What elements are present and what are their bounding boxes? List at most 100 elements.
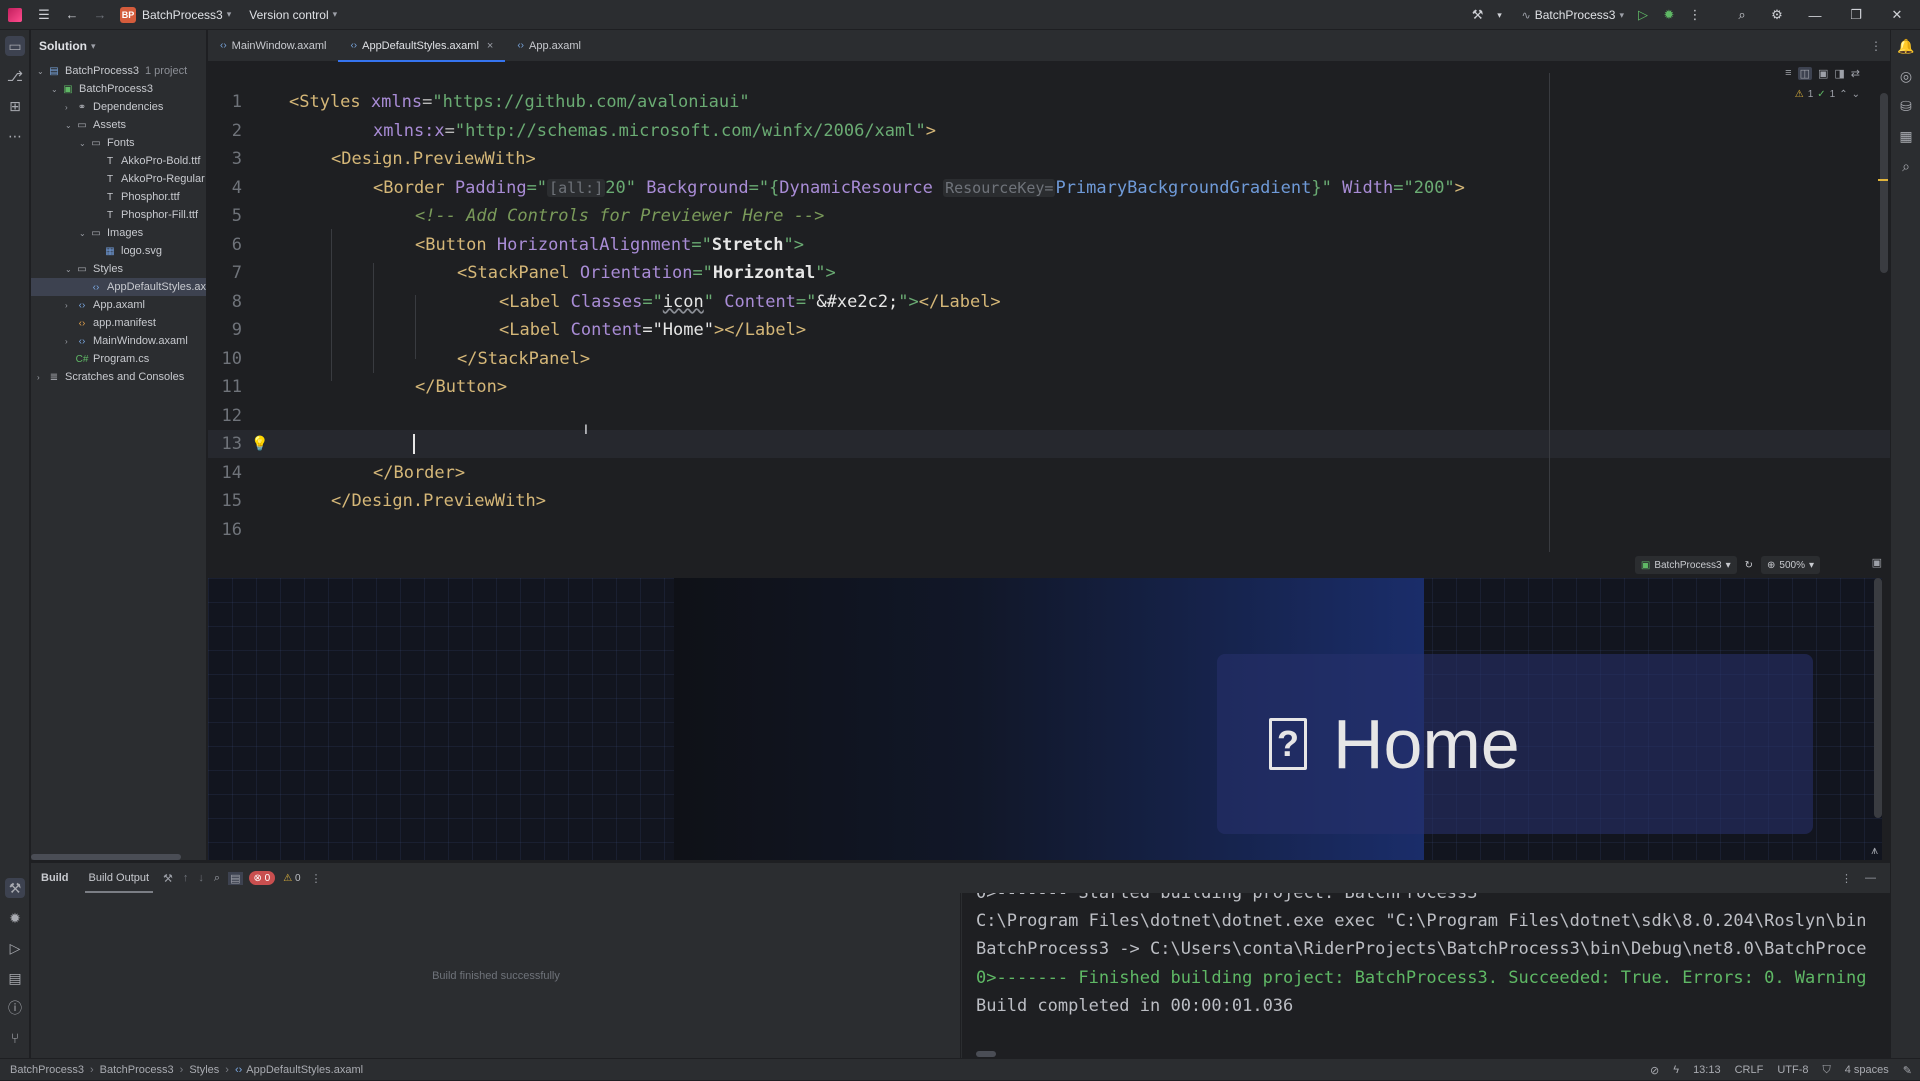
resize-grip-icon[interactable]: ⩚ xyxy=(1871,843,1878,858)
debug-tool-icon[interactable]: ✹ xyxy=(5,908,25,928)
tree-item[interactable]: › ‹› MainWindow.axaml xyxy=(31,332,206,350)
cursor-position[interactable]: 13:13 xyxy=(1693,1064,1721,1076)
more-tools-icon[interactable]: ⋯ xyxy=(5,126,25,146)
breadcrumb-item[interactable]: BatchProcess3 xyxy=(10,1064,84,1076)
indent-setting[interactable]: 4 spaces xyxy=(1845,1064,1889,1076)
lightbulb-icon[interactable]: 💡 xyxy=(251,436,268,452)
find-usages-icon[interactable]: ⌕ xyxy=(1896,156,1916,176)
search-icon[interactable]: ⌕ xyxy=(214,872,220,885)
git-icon[interactable]: ⑂ xyxy=(5,1028,25,1048)
main-menu-icon[interactable]: ☰ xyxy=(30,0,58,30)
chevron-down-icon[interactable]: ⌄ xyxy=(79,229,89,238)
commit-icon[interactable]: ⎇ xyxy=(5,66,25,86)
file-encoding[interactable]: UTF-8 xyxy=(1777,1064,1808,1076)
code-editor[interactable]: ≡ ◫ ▣ ◨ ⇄ ⚠ 1 ✓ 1 ⌃ ⌄ 1 <Styles xmlns="h… xyxy=(208,63,1890,575)
project-selector[interactable]: BP BatchProcess3 ▾ xyxy=(114,4,237,26)
unit-tests-icon[interactable]: ▦ xyxy=(1896,126,1916,146)
chevron-down-icon[interactable]: ⌄ xyxy=(65,265,75,274)
build-hammer-icon[interactable]: ⚒ xyxy=(1464,0,1492,30)
terminal-icon[interactable]: ▤ xyxy=(5,968,25,988)
preview-settings-icon[interactable]: ▣ xyxy=(1872,556,1882,569)
chevron-right-icon[interactable]: › xyxy=(65,301,75,310)
structure-icon[interactable]: ⊞ xyxy=(5,96,25,116)
tree-item[interactable]: T Phosphor.ttf xyxy=(31,188,206,206)
horizontal-split-icon[interactable]: ◨ xyxy=(1834,67,1844,80)
shield-icon[interactable]: ⛉ xyxy=(1823,1064,1831,1077)
tree-item[interactable]: ⌄ ▭ Styles xyxy=(31,260,206,278)
close-window-icon[interactable]: ✕ xyxy=(1874,0,1920,30)
editor-only-view-icon[interactable]: ≡ xyxy=(1785,67,1791,80)
line-ending[interactable]: CRLF xyxy=(1735,1064,1764,1076)
tree-item[interactable]: ⌄ ▭ Assets xyxy=(31,116,206,134)
build-hammer-icon[interactable]: ⚒ xyxy=(163,872,173,885)
tab-build-output[interactable]: Build Output xyxy=(79,863,160,893)
refresh-preview-icon[interactable]: ↻ xyxy=(1745,560,1753,571)
editor-scrollbar[interactable] xyxy=(1880,93,1888,273)
restore-window-icon[interactable]: ❐ xyxy=(1838,0,1874,30)
breadcrumb-item[interactable]: BatchProcess3 xyxy=(100,1064,174,1076)
solution-explorer-icon[interactable]: ▭ xyxy=(5,36,25,56)
preview-only-view-icon[interactable]: ▣ xyxy=(1818,67,1828,80)
zoom-selector[interactable]: ⊕ 500% ▾ xyxy=(1761,556,1820,574)
run-icon[interactable]: ▷ xyxy=(1630,0,1656,30)
readonly-toggle-icon[interactable]: ✎ xyxy=(1903,1064,1912,1077)
more-actions-icon[interactable]: ⋮ xyxy=(1682,0,1708,30)
back-arrow-icon[interactable]: ← xyxy=(58,0,86,30)
xaml-preview[interactable]: ? Home ⩚ xyxy=(208,578,1882,860)
tree-item[interactable]: › ⚭ Dependencies xyxy=(31,98,206,116)
tree-item[interactable]: ‹› app.manifest xyxy=(31,314,206,332)
tree-item[interactable]: ⌄ ▭ Fonts xyxy=(31,134,206,152)
tree-item[interactable]: ⌄ ▣ BatchProcess3 xyxy=(31,80,206,98)
ai-assistant-icon[interactable]: ◎ xyxy=(1896,66,1916,86)
chevron-right-icon[interactable]: › xyxy=(65,337,75,346)
build-tool-icon[interactable]: ⚒ xyxy=(5,878,25,898)
chevron-down-icon[interactable]: ⌄ xyxy=(65,121,75,130)
tab-app[interactable]: ‹› App.axaml xyxy=(505,30,593,62)
tree-item[interactable]: ▦ logo.svg xyxy=(31,242,206,260)
tree-item[interactable]: ‹› AppDefaultStyles.ax xyxy=(31,278,206,296)
tree-item[interactable]: T AkkoPro-Regular xyxy=(31,170,206,188)
tree-item[interactable]: ⌄ ▤ BatchProcess3 1 project xyxy=(31,62,206,80)
split-view-icon[interactable]: ◫ xyxy=(1797,67,1812,80)
breadcrumb-item[interactable]: AppDefaultStyles.axaml xyxy=(246,1064,363,1076)
tab-build[interactable]: Build xyxy=(31,863,79,893)
horizontal-scrollbar[interactable] xyxy=(31,854,181,860)
chevron-down-icon[interactable]: ⌄ xyxy=(79,139,89,148)
forward-arrow-icon[interactable]: → xyxy=(86,0,114,30)
minimize-panel-icon[interactable]: — xyxy=(1865,872,1876,884)
more-options-icon[interactable]: ⋮ xyxy=(311,872,322,885)
run-tool-icon[interactable]: ▷ xyxy=(5,938,25,958)
breadcrumb-item[interactable]: Styles xyxy=(189,1064,219,1076)
preview-config-selector[interactable]: ▣ BatchProcess3 ▾ xyxy=(1634,556,1737,574)
tree-item[interactable]: T Phosphor-Fill.ttf xyxy=(31,206,206,224)
debug-icon[interactable]: ✹ xyxy=(1656,0,1682,30)
tree-item[interactable]: › ≣ Scratches and Consoles xyxy=(31,368,206,386)
tab-mainwindow[interactable]: ‹› MainWindow.axaml xyxy=(208,30,338,62)
close-tab-icon[interactable]: × xyxy=(487,40,493,52)
tree-item[interactable]: › ‹› App.axaml xyxy=(31,296,206,314)
warning-marker[interactable] xyxy=(1878,179,1888,181)
search-icon[interactable]: ⌕ xyxy=(1722,0,1762,30)
chevron-right-icon[interactable]: › xyxy=(65,103,75,112)
minimize-window-icon[interactable]: — xyxy=(1792,0,1838,30)
preview-home-button[interactable]: ? Home xyxy=(1217,654,1813,834)
chevron-down-icon[interactable]: ⌄ xyxy=(51,85,61,94)
tree-item[interactable]: C# Program.cs xyxy=(31,350,206,368)
sync-scroll-icon[interactable]: ⇄ xyxy=(1851,67,1860,80)
database-icon[interactable]: ⛁ xyxy=(1896,96,1916,116)
tab-options-icon[interactable]: ⋮ xyxy=(1870,30,1882,62)
tree-item[interactable]: T AkkoPro-Bold.ttf xyxy=(31,152,206,170)
build-output-console[interactable]: 0>------- Started building project: Batc… xyxy=(962,893,1890,1059)
settings-gear-icon[interactable]: ⚙ xyxy=(1762,0,1792,30)
arrow-down-icon[interactable]: ↓ xyxy=(198,872,204,884)
run-configuration-selector[interactable]: ∿ BatchProcess3 ▾ xyxy=(1516,4,1630,26)
warning-count-badge[interactable]: ⚠ 0 xyxy=(283,873,300,884)
app-logo-icon[interactable] xyxy=(0,0,30,30)
preview-scrollbar[interactable] xyxy=(1874,578,1882,818)
build-options-chevron-icon[interactable]: ▾ xyxy=(1492,0,1508,30)
power-save-icon[interactable]: ϟ xyxy=(1673,1064,1679,1076)
notifications-icon[interactable]: 🔔 xyxy=(1896,36,1916,56)
filter-icon[interactable]: ▤ xyxy=(228,871,243,885)
error-count-badge[interactable]: ⊗ 0 xyxy=(248,871,276,885)
arrow-up-icon[interactable]: ↑ xyxy=(183,872,189,884)
